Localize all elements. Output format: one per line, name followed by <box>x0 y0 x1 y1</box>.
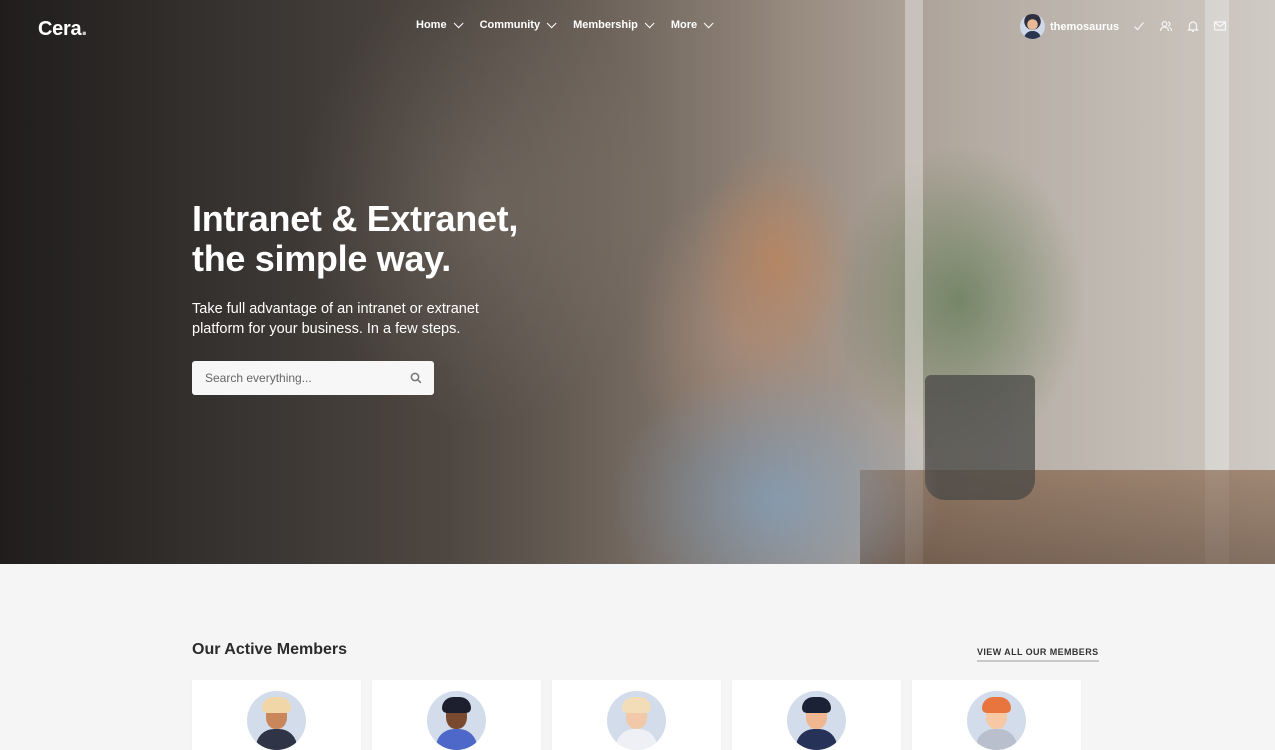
brand-dot: . <box>81 15 88 40</box>
avatar[interactable] <box>247 691 306 750</box>
menu-item-more[interactable]: More <box>670 17 714 31</box>
hero-subtitle: Take full advantage of an intranet or ex… <box>192 301 479 337</box>
main-menu: Home Community Membership More <box>416 17 730 31</box>
avatar-hair <box>262 697 291 713</box>
view-all-members-link[interactable]: VIEW ALL OUR MEMBERS <box>977 647 1099 662</box>
hero-headline: Intranet & Extranet, the simple way. <box>192 199 552 279</box>
member-cards <box>192 680 1081 750</box>
menu-item-membership[interactable]: Membership <box>573 17 655 31</box>
users-icon[interactable] <box>1159 19 1173 33</box>
hero-headline-line: the simple way. <box>192 238 451 279</box>
menu-item-label: Community <box>479 19 541 31</box>
member-card[interactable] <box>912 680 1081 750</box>
top-navbar: Cera. Home Community Membership More the… <box>0 0 1275 54</box>
avatar-body <box>256 729 297 750</box>
username[interactable]: themosaurus <box>1050 21 1119 33</box>
mail-icon[interactable] <box>1213 19 1227 33</box>
hero-overlay <box>0 0 1275 564</box>
avatar[interactable] <box>427 691 486 750</box>
menu-item-label: Membership <box>573 19 638 31</box>
brand-name: Cera <box>38 18 82 40</box>
search-input[interactable] <box>205 371 410 385</box>
avatar[interactable] <box>607 691 666 750</box>
avatar-hair <box>982 697 1011 713</box>
chevron-down-icon <box>644 17 655 28</box>
brand-logo[interactable]: Cera. <box>38 15 87 41</box>
chevron-down-icon <box>453 17 464 28</box>
chevron-down-icon <box>703 17 714 28</box>
avatar-body <box>796 729 837 750</box>
header-actions <box>1132 19 1227 33</box>
member-card[interactable] <box>372 680 541 750</box>
menu-item-home[interactable]: Home <box>416 17 464 31</box>
search-box <box>192 361 434 395</box>
search-icon[interactable] <box>410 372 422 384</box>
avatar-hair <box>802 697 831 713</box>
avatar-hair <box>442 697 471 713</box>
chevron-down-icon <box>546 17 557 28</box>
member-card[interactable] <box>192 680 361 750</box>
avatar-body <box>616 729 657 750</box>
hero-banner <box>0 0 1275 564</box>
menu-item-community[interactable]: Community <box>479 17 557 31</box>
member-card[interactable] <box>732 680 901 750</box>
avatar[interactable] <box>787 691 846 750</box>
avatar-hair <box>622 697 651 713</box>
user-menu[interactable]: themosaurus <box>1020 14 1119 39</box>
avatar-body <box>436 729 477 750</box>
bell-icon[interactable] <box>1186 19 1200 33</box>
avatar[interactable] <box>1020 14 1045 39</box>
member-card[interactable] <box>552 680 721 750</box>
section-title: Our Active Members <box>192 641 348 658</box>
check-icon[interactable] <box>1132 19 1146 33</box>
avatar-body <box>976 729 1017 750</box>
hero-headline-line: Intranet & Extranet, <box>192 198 519 239</box>
menu-item-label: Home <box>416 19 447 31</box>
avatar[interactable] <box>967 691 1026 750</box>
menu-item-label: More <box>670 19 698 31</box>
